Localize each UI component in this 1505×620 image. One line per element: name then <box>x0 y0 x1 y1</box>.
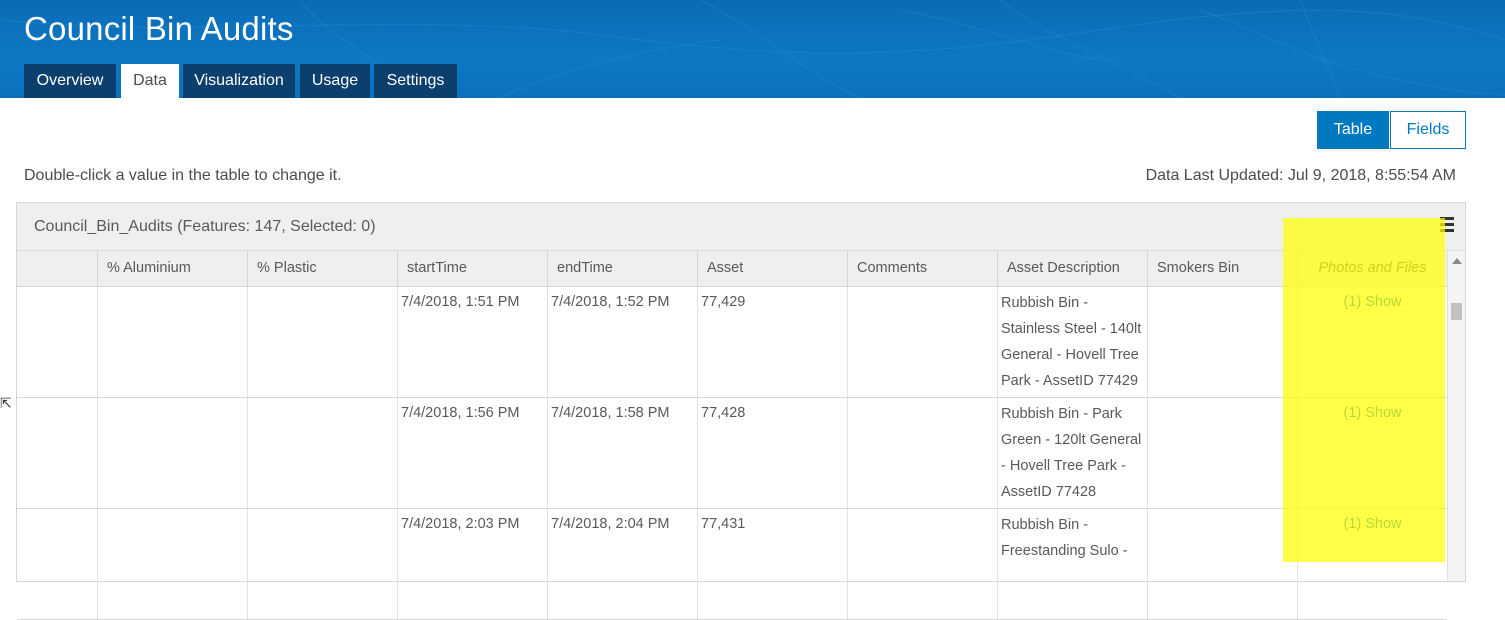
table-cell[interactable] <box>1147 398 1297 508</box>
table-cell[interactable] <box>247 398 397 508</box>
scroll-thumb[interactable] <box>1451 303 1462 320</box>
pointer-cursor-icon: ⇱ <box>0 395 12 411</box>
table-cell[interactable] <box>1147 287 1297 397</box>
tab-usage-label: Usage <box>311 72 359 89</box>
table-row[interactable]: 7/4/2018, 1:56 PM 7/4/2018, 1:58 PM 77,4… <box>17 398 1447 509</box>
header-banner: Council Bin Audits Overview Data Visuali… <box>0 0 1505 98</box>
table-header-bar: Council_Bin_Audits (Features: 147, Selec… <box>17 203 1465 251</box>
column-header-asset-description[interactable]: Asset Description <box>997 251 1147 286</box>
scroll-up-arrow-icon[interactable] <box>1452 258 1462 264</box>
table-cell[interactable] <box>97 287 247 397</box>
tab-usage[interactable]: Usage <box>300 64 370 98</box>
table-cell[interactable] <box>1147 509 1297 619</box>
table-cell[interactable]: 7/4/2018, 1:51 PM <box>397 287 547 397</box>
table-cell[interactable]: 7/4/2018, 1:52 PM <box>547 287 697 397</box>
show-attachments-link[interactable]: (1) Show <box>1297 287 1447 397</box>
fields-view-button[interactable]: Fields <box>1390 111 1466 149</box>
table-cell[interactable]: 7/4/2018, 1:56 PM <box>397 398 547 508</box>
tab-data-label: Data <box>133 72 167 89</box>
table-cell[interactable] <box>17 398 97 508</box>
table-row[interactable]: 7/4/2018, 1:51 PM 7/4/2018, 1:52 PM 77,4… <box>17 287 1447 398</box>
tab-settings-label: Settings <box>386 72 445 89</box>
table-cell[interactable]: 77,428 <box>697 398 847 508</box>
table-cell[interactable] <box>847 398 997 508</box>
column-header-blank[interactable] <box>17 251 97 286</box>
tab-overview[interactable]: Overview <box>24 64 116 98</box>
show-attachments-link[interactable]: (1) Show <box>1297 398 1447 508</box>
table-cell[interactable] <box>847 509 997 619</box>
tab-settings[interactable]: Settings <box>374 64 457 98</box>
column-header-smokers-bin[interactable]: Smokers Bin <box>1147 251 1297 286</box>
show-attachments-link[interactable]: (1) Show <box>1297 509 1447 619</box>
table-cell[interactable]: 77,431 <box>697 509 847 619</box>
table-cell[interactable]: Rubbish Bin - Stainless Steel - 140lt Ge… <box>997 287 1147 397</box>
vertical-scrollbar[interactable] <box>1447 251 1465 581</box>
table-view-button[interactable]: Table <box>1317 111 1389 149</box>
table-cell[interactable]: 7/4/2018, 2:04 PM <box>547 509 697 619</box>
table-row[interactable]: 7/4/2018, 2:03 PM 7/4/2018, 2:04 PM 77,4… <box>17 509 1447 620</box>
table-cell[interactable] <box>97 398 247 508</box>
column-header-plastic[interactable]: % Plastic <box>247 251 397 286</box>
app-title: Council Bin Audits <box>24 10 294 47</box>
column-header-photos-files[interactable]: Photos and Files <box>1297 251 1447 286</box>
attribute-table-panel: Council_Bin_Audits (Features: 147, Selec… <box>16 202 1466 620</box>
fields-view-label: Fields <box>1406 121 1450 138</box>
edit-hint: Double-click a value in the table to cha… <box>24 167 342 184</box>
table-cell[interactable]: Rubbish Bin - Park Green - 120lt General… <box>997 398 1147 508</box>
table-cell[interactable] <box>97 509 247 619</box>
column-header-asset[interactable]: Asset <box>697 251 847 286</box>
table-view-label: Table <box>1333 121 1373 138</box>
table-cell[interactable] <box>247 287 397 397</box>
column-header-endtime[interactable]: endTime <box>547 251 697 286</box>
table-cell[interactable] <box>247 509 397 619</box>
tab-visualization-label: Visualization <box>194 72 284 89</box>
column-header-row: % Aluminium % Plastic startTime endTime … <box>17 251 1447 287</box>
table-cell[interactable]: 77,429 <box>697 287 847 397</box>
table-cell[interactable] <box>17 509 97 619</box>
table-cell[interactable] <box>17 287 97 397</box>
tab-visualization[interactable]: Visualization <box>183 64 295 98</box>
layer-title: Council_Bin_Audits (Features: 147, Selec… <box>34 218 376 235</box>
table-cell[interactable]: Rubbish Bin - Freestanding Sulo - <box>997 509 1147 619</box>
column-header-aluminium[interactable]: % Aluminium <box>97 251 247 286</box>
column-header-starttime[interactable]: startTime <box>397 251 547 286</box>
table-cell[interactable] <box>847 287 997 397</box>
hamburger-menu-icon[interactable] <box>1440 217 1454 233</box>
tab-data[interactable]: Data <box>121 64 179 98</box>
last-updated: Data Last Updated: Jul 9, 2018, 8:55:54 … <box>1145 167 1456 184</box>
table-cell[interactable]: 7/4/2018, 2:03 PM <box>397 509 547 619</box>
table-cell[interactable]: 7/4/2018, 1:58 PM <box>547 398 697 508</box>
column-header-comments[interactable]: Comments <box>847 251 997 286</box>
tab-overview-label: Overview <box>36 72 104 89</box>
